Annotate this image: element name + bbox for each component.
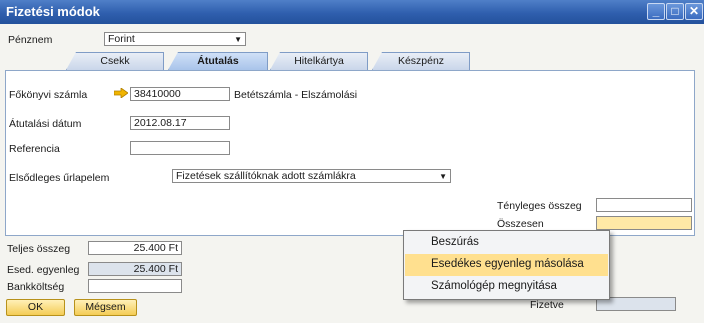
chevron-down-icon: ▼ xyxy=(234,35,242,44)
total-input[interactable] xyxy=(596,216,692,230)
paid-label: Fizetve xyxy=(530,299,564,311)
tab-transfer-label: Átutalás xyxy=(197,55,239,67)
currency-select[interactable]: Forint ▼ xyxy=(104,32,246,46)
currency-label: Pénznem xyxy=(8,34,53,46)
gl-account-input[interactable]: 38410000 xyxy=(130,87,230,101)
gl-account-name: Betétszámla - Elszámolási xyxy=(234,89,358,101)
title-bar[interactable] xyxy=(0,0,704,24)
context-menu: Beszúrás Esedékes egyenleg másolása Szám… xyxy=(403,230,610,300)
total-amount-label: Teljes összeg xyxy=(7,243,71,255)
reference-label: Referencia xyxy=(9,143,60,155)
tab-check[interactable]: Csekk xyxy=(66,52,164,70)
bank-fee-input[interactable] xyxy=(88,279,182,293)
gl-account-label: Főkönyvi számla xyxy=(9,89,88,101)
menu-item-insert[interactable]: Beszúrás xyxy=(405,232,608,254)
ok-button[interactable]: OK xyxy=(6,299,65,316)
total-label: Összesen xyxy=(497,218,544,230)
reference-input[interactable] xyxy=(130,141,230,155)
menu-item-open-calculator[interactable]: Számológép megnyitása xyxy=(405,276,608,298)
transfer-date-label: Átutalási dátum xyxy=(9,118,82,130)
primary-form-label: Elsődleges űrlapelem xyxy=(9,172,110,184)
link-arrow-icon[interactable] xyxy=(114,88,128,98)
bank-fee-label: Bankköltség xyxy=(7,281,65,293)
actual-amount-label: Tényleges összeg xyxy=(497,200,582,212)
tab-check-label: Csekk xyxy=(100,55,130,67)
primary-form-select[interactable]: Fizetések szállítóknak adott számlákra ▼ xyxy=(172,169,451,183)
chevron-down-icon: ▼ xyxy=(439,172,447,181)
maximize-icon[interactable]: □ xyxy=(666,3,684,20)
total-amount-value: 25.400 Ft xyxy=(88,241,182,255)
minimize-icon[interactable]: _ xyxy=(647,3,665,20)
tab-transfer[interactable]: Átutalás xyxy=(168,52,268,70)
transfer-date-input[interactable]: 2012.08.17 xyxy=(130,116,230,130)
primary-form-value: Fizetések szállítóknak adott számlákra xyxy=(176,170,356,182)
tab-cash[interactable]: Készpénz xyxy=(372,52,470,70)
tab-credit-card-label: Hitelkártya xyxy=(294,55,344,67)
close-icon[interactable]: ✕ xyxy=(685,3,703,20)
due-balance-value: 25.400 Ft xyxy=(88,262,182,276)
due-balance-label: Esed. egyenleg xyxy=(7,264,80,276)
window-title: Fizetési módok xyxy=(6,4,100,19)
currency-value: Forint xyxy=(108,33,135,45)
menu-item-copy-due-balance[interactable]: Esedékes egyenleg másolása xyxy=(405,254,608,276)
cancel-button[interactable]: Mégsem xyxy=(74,299,137,316)
actual-amount-input[interactable] xyxy=(596,198,692,212)
tab-cash-label: Készpénz xyxy=(397,55,445,67)
tab-credit-card[interactable]: Hitelkártya xyxy=(270,52,368,70)
